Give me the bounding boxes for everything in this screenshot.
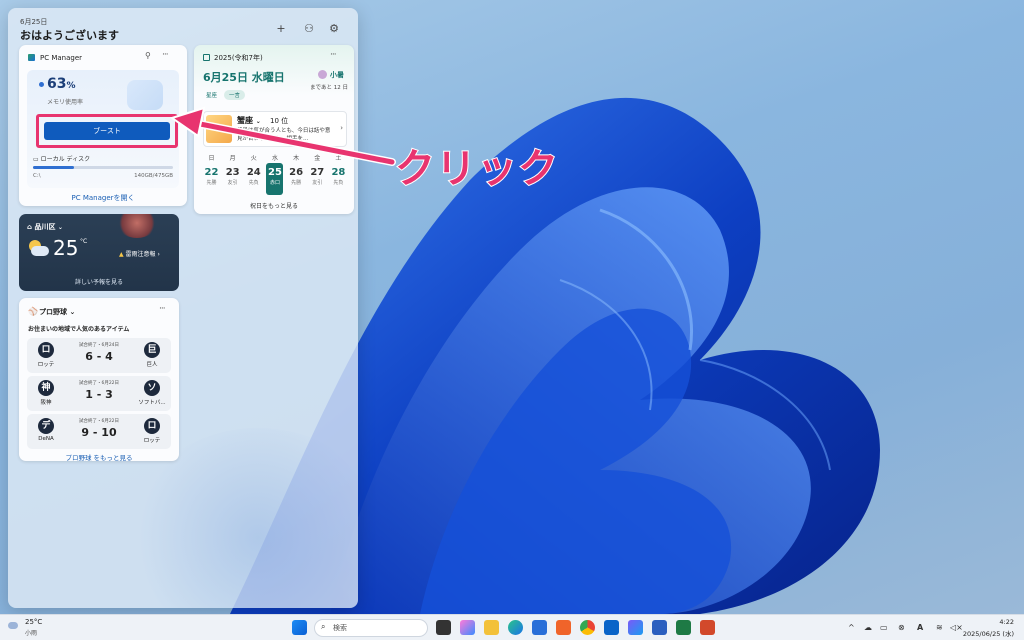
clock-time: 4:22 [999,618,1014,626]
taskbar-weather-desc[interactable]: 小雨 [25,628,37,637]
annotation-arrow [169,106,396,166]
keyboard-icon[interactable]: ▭ [880,623,888,632]
settings-app-icon[interactable] [628,620,643,635]
copilot-icon[interactable] [460,620,475,635]
excel-icon[interactable] [676,620,691,635]
search-placeholder: 検索 [333,624,347,632]
store-icon[interactable] [532,620,547,635]
word-icon[interactable] [652,620,667,635]
start-windows-icon[interactable] [292,620,307,635]
clock-date: 2025/06/25 (水) [962,630,1014,638]
search-icon: ⌕ [321,622,326,631]
wifi-icon[interactable]: ≋ [936,623,943,632]
task-view-icon[interactable] [436,620,451,635]
annotation-label: クリック [394,145,559,193]
taskbar-weather-icon[interactable] [8,620,20,632]
powerpoint-icon[interactable] [700,620,715,635]
file-explorer-icon[interactable] [484,620,499,635]
taskbar: 25°C 小雨 ⌕ 検索 ^ ☁ ▭ ⊗ A ≋ ◁× 4:22 2025/06… [0,614,1024,640]
edge-icon[interactable] [508,620,523,635]
onedrive-icon[interactable]: ☁ [864,623,872,632]
taskbar-weather-temp[interactable]: 25°C [25,618,42,626]
outlook-icon[interactable] [604,620,619,635]
brave-icon[interactable] [556,620,571,635]
close-circle-icon[interactable]: ⊗ [898,623,905,632]
chrome-icon[interactable] [580,620,595,635]
volume-muted-icon[interactable]: ◁× [950,623,963,632]
clock[interactable]: 4:22 2025/06/25 (水) [963,618,1014,638]
search-input[interactable]: ⌕ 検索 [314,619,428,637]
chevron-up-icon[interactable]: ^ [848,623,855,632]
ime-a-icon[interactable]: A [917,623,923,632]
